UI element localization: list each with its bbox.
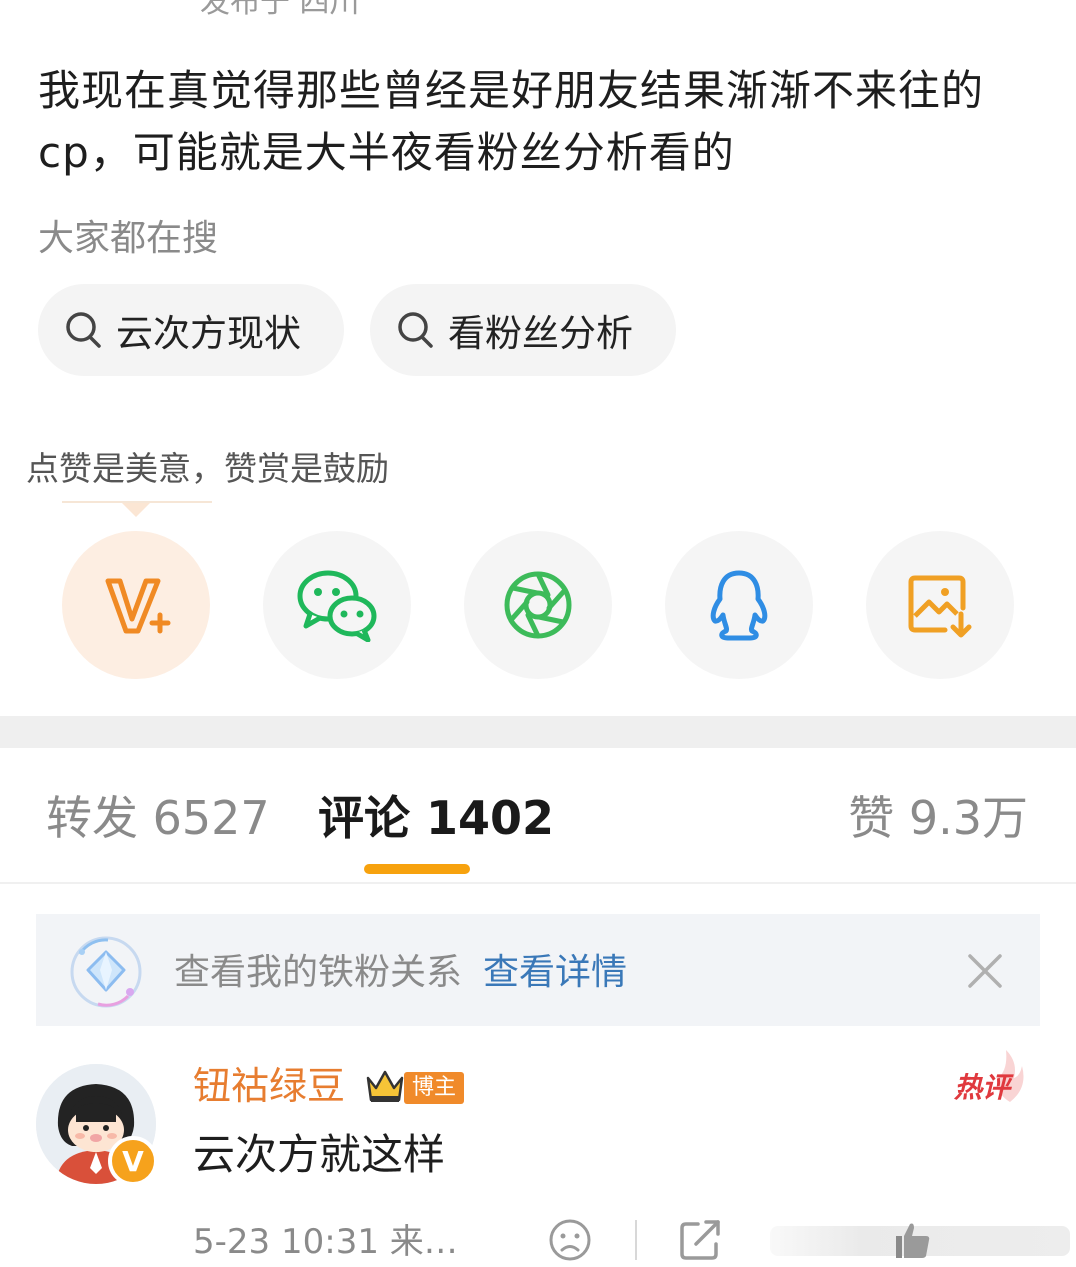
search-heading: 大家都在搜	[38, 218, 219, 259]
share-moments-button[interactable]	[464, 531, 612, 679]
post-location: 发布于 四川	[200, 0, 360, 20]
search-chip-label: 看粉丝分析	[448, 312, 633, 355]
moments-icon	[504, 571, 572, 639]
diamond-icon	[70, 936, 142, 1008]
repost-icon[interactable]	[678, 1218, 724, 1262]
wechat-icon	[297, 570, 377, 642]
section-divider	[0, 716, 1076, 748]
comment-meta: 5-23 10:31 来…	[193, 1222, 458, 1262]
share-wechat-button[interactable]	[263, 531, 411, 679]
search-chip[interactable]: 云次方现状	[38, 284, 344, 376]
share-save-image-button[interactable]	[866, 531, 1014, 679]
close-icon[interactable]	[966, 952, 1004, 990]
fan-relation-text: 查看我的铁粉关系	[174, 952, 463, 993]
crown-icon	[366, 1070, 404, 1102]
tab-comments[interactable]: 评论 1402	[318, 786, 554, 850]
hot-comment-label: 热评	[954, 1071, 1011, 1104]
comment-username[interactable]: 钮祜绿豆	[193, 1060, 345, 1112]
tip-arrow	[122, 503, 150, 517]
search-icon	[398, 312, 433, 348]
reward-tip: 点赞是美意，赞赏是鼓励	[26, 449, 389, 488]
share-qq-button[interactable]	[665, 531, 813, 679]
fan-relation-link[interactable]: 查看详情	[483, 948, 627, 998]
blogger-badge: 博主	[404, 1072, 465, 1104]
save-image-icon	[908, 575, 972, 638]
share-vplus-button[interactable]	[62, 531, 210, 679]
comment-text: 云次方就这样	[193, 1130, 446, 1179]
post-text: 我现在真觉得那些曾经是好朋友结果渐渐不来往的cp，可能就是大半夜看粉丝分析看的	[38, 66, 985, 177]
like-icon[interactable]	[890, 1218, 934, 1262]
sad-face-icon[interactable]	[548, 1218, 592, 1262]
tabs-divider	[0, 882, 1076, 884]
search-icon	[66, 312, 101, 348]
tab-active-indicator	[364, 864, 470, 874]
tab-repost[interactable]: 转发 6527	[46, 786, 270, 850]
qq-icon	[710, 570, 768, 641]
search-chip[interactable]: 看粉丝分析	[370, 284, 676, 376]
tab-likes[interactable]: 赞 9.3万	[848, 786, 1028, 850]
action-separator	[635, 1220, 637, 1260]
search-chip-label: 云次方现状	[116, 312, 301, 355]
vip-badge: V	[108, 1136, 158, 1186]
v-plus-icon	[105, 578, 171, 634]
